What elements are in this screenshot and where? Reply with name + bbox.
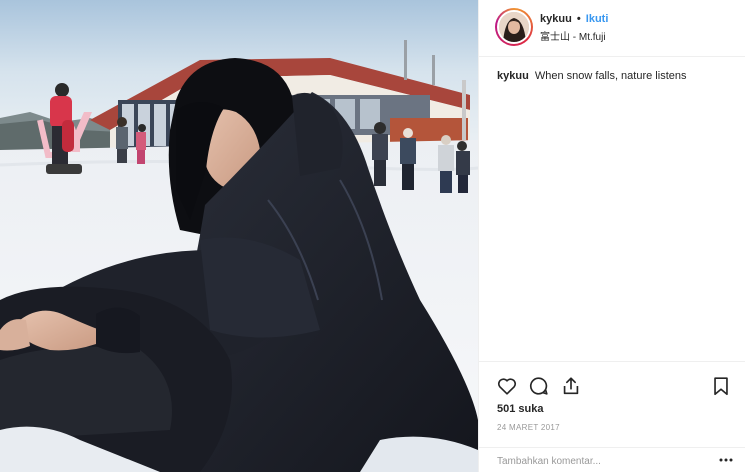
post-date[interactable]: 24 MARET 2017 <box>497 423 560 432</box>
share-icon[interactable] <box>560 375 582 397</box>
post-sidebar: kykuu • Ikuti 富士山 - Mt.fuji kykuu When s… <box>478 0 745 472</box>
comment-input[interactable] <box>497 452 707 470</box>
post-photo[interactable] <box>0 0 478 472</box>
location-link[interactable]: 富士山 - Mt.fuji <box>540 28 608 43</box>
post-header: kykuu • Ikuti 富士山 - Mt.fuji <box>479 0 745 57</box>
header-username[interactable]: kykuu <box>540 13 572 25</box>
caption-text: When snow falls, nature listens <box>534 70 687 82</box>
like-count[interactable]: 501 suka <box>497 403 543 415</box>
more-options-icon[interactable] <box>718 453 734 465</box>
avatar-story-ring[interactable] <box>495 8 533 46</box>
comment-bar <box>479 447 745 472</box>
separator-dot: • <box>576 13 581 25</box>
heart-icon[interactable] <box>496 375 518 397</box>
bookmark-icon[interactable] <box>710 375 732 397</box>
comment-icon[interactable] <box>528 375 550 397</box>
post-caption: kykuu When snow falls, nature listens <box>497 69 737 83</box>
caption-username[interactable]: kykuu <box>497 70 529 82</box>
follow-button[interactable]: Ikuti <box>586 13 609 25</box>
avatar[interactable] <box>497 10 531 44</box>
